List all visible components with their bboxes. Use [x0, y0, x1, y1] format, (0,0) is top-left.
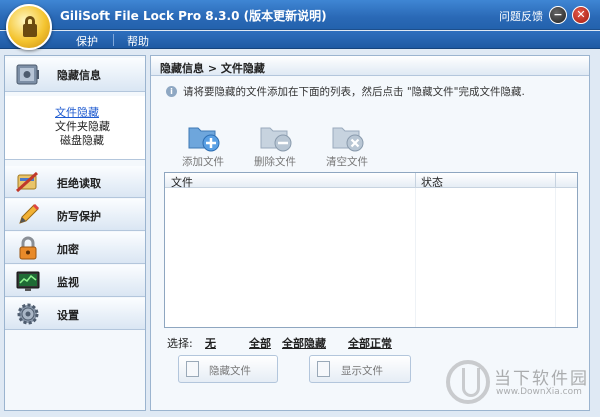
padlock-icon: [19, 236, 37, 260]
watermark-logo-icon: [446, 360, 490, 404]
breadcrumb: 隐藏信息 > 文件隐藏: [160, 62, 265, 75]
select-all-link[interactable]: 全部: [249, 335, 271, 351]
document-icon: [317, 361, 330, 377]
sub-menu: 文件隐藏 文件夹隐藏 磁盘隐藏: [5, 96, 145, 160]
column-file[interactable]: 文件: [171, 174, 193, 190]
watermark-url: www.DownXia.com: [496, 387, 582, 397]
sidebar-item-encrypt[interactable]: 加密: [5, 232, 145, 264]
sidebar: 隐藏信息 文件隐藏 文件夹隐藏 磁盘隐藏 拒绝读取 防写保护 加密 监视 设置: [4, 55, 146, 411]
select-all-normal-link[interactable]: 全部正常: [348, 335, 392, 351]
clear-files-label: 清空文件: [326, 156, 368, 168]
monitor-icon: [16, 271, 40, 291]
column-line: [415, 188, 416, 327]
menu-divider: [113, 34, 114, 46]
menu-help[interactable]: 帮助: [127, 33, 149, 49]
minimize-button[interactable]: −: [549, 6, 567, 24]
add-file-button[interactable]: 添加文件: [178, 122, 228, 168]
sidebar-item-hide-info[interactable]: 隐藏信息: [5, 58, 145, 92]
watermark-name: 当下软件园: [494, 369, 589, 389]
folder-remove-icon: [260, 127, 292, 152]
sidebar-label-encrypt: 加密: [57, 243, 79, 256]
folder-add-icon: [188, 127, 220, 152]
sidebar-item-monitor[interactable]: 监视: [5, 265, 145, 297]
sidebar-label-hide-info: 隐藏信息: [57, 69, 101, 82]
show-file-button[interactable]: 显示文件: [309, 355, 411, 383]
info-icon: i: [166, 86, 177, 97]
content-header: 隐藏信息 > 文件隐藏: [151, 56, 589, 76]
feedback-link[interactable]: 问题反馈: [499, 8, 543, 24]
hide-file-label: 隐藏文件: [209, 365, 251, 377]
sidebar-item-settings[interactable]: 设置: [5, 298, 145, 330]
instruction-text: 请将要隐藏的文件添加在下面的列表，然后点击 "隐藏文件"完成文件隐藏.: [183, 86, 525, 98]
file-list-table[interactable]: 文件 状态: [164, 172, 578, 328]
clear-files-button[interactable]: 清空文件: [322, 122, 372, 168]
pencil-icon: [19, 203, 40, 224]
menu-protect[interactable]: 保护: [76, 33, 98, 49]
sidebar-label-deny-read: 拒绝读取: [57, 177, 101, 190]
sidebar-label-monitor: 监视: [57, 276, 79, 289]
folder-clear-icon: [332, 127, 364, 152]
sidebar-item-write-protect[interactable]: 防写保护: [5, 199, 145, 231]
add-file-label: 添加文件: [182, 156, 224, 168]
title-bar: GiliSoft File Lock Pro 8.3.0 (版本更新说明) 问题…: [0, 0, 600, 30]
show-file-label: 显示文件: [341, 365, 383, 377]
window-title: GiliSoft File Lock Pro 8.3.0 (版本更新说明): [60, 9, 327, 23]
deny-read-icon: [15, 171, 39, 193]
delete-file-label: 删除文件: [254, 156, 296, 168]
select-all-hidden-link[interactable]: 全部隐藏: [282, 335, 326, 351]
sidebar-label-write-protect: 防写保护: [57, 210, 101, 223]
select-label: 选择:: [167, 337, 193, 350]
watermark: 当下软件园 www.DownXia.com: [440, 358, 590, 408]
gear-icon: [17, 303, 39, 325]
select-none-link[interactable]: 无: [205, 335, 216, 351]
menu-bar: 保护 帮助: [0, 31, 600, 49]
sub-item-disk-hide[interactable]: 磁盘隐藏: [60, 132, 104, 148]
column-status[interactable]: 状态: [421, 174, 443, 190]
app-logo-icon: [6, 4, 52, 50]
delete-file-button[interactable]: 删除文件: [250, 122, 300, 168]
column-line: [555, 188, 556, 327]
document-icon: [186, 361, 199, 377]
selection-row: 选择: 无 全部 全部隐藏 全部正常: [151, 333, 589, 351]
table-header: 文件 状态: [165, 173, 577, 190]
safe-icon: [16, 64, 39, 85]
close-button[interactable]: ✕: [572, 6, 590, 24]
hide-file-button[interactable]: 隐藏文件: [178, 355, 278, 383]
sidebar-item-deny-read[interactable]: 拒绝读取: [5, 166, 145, 198]
sidebar-label-settings: 设置: [57, 309, 79, 322]
